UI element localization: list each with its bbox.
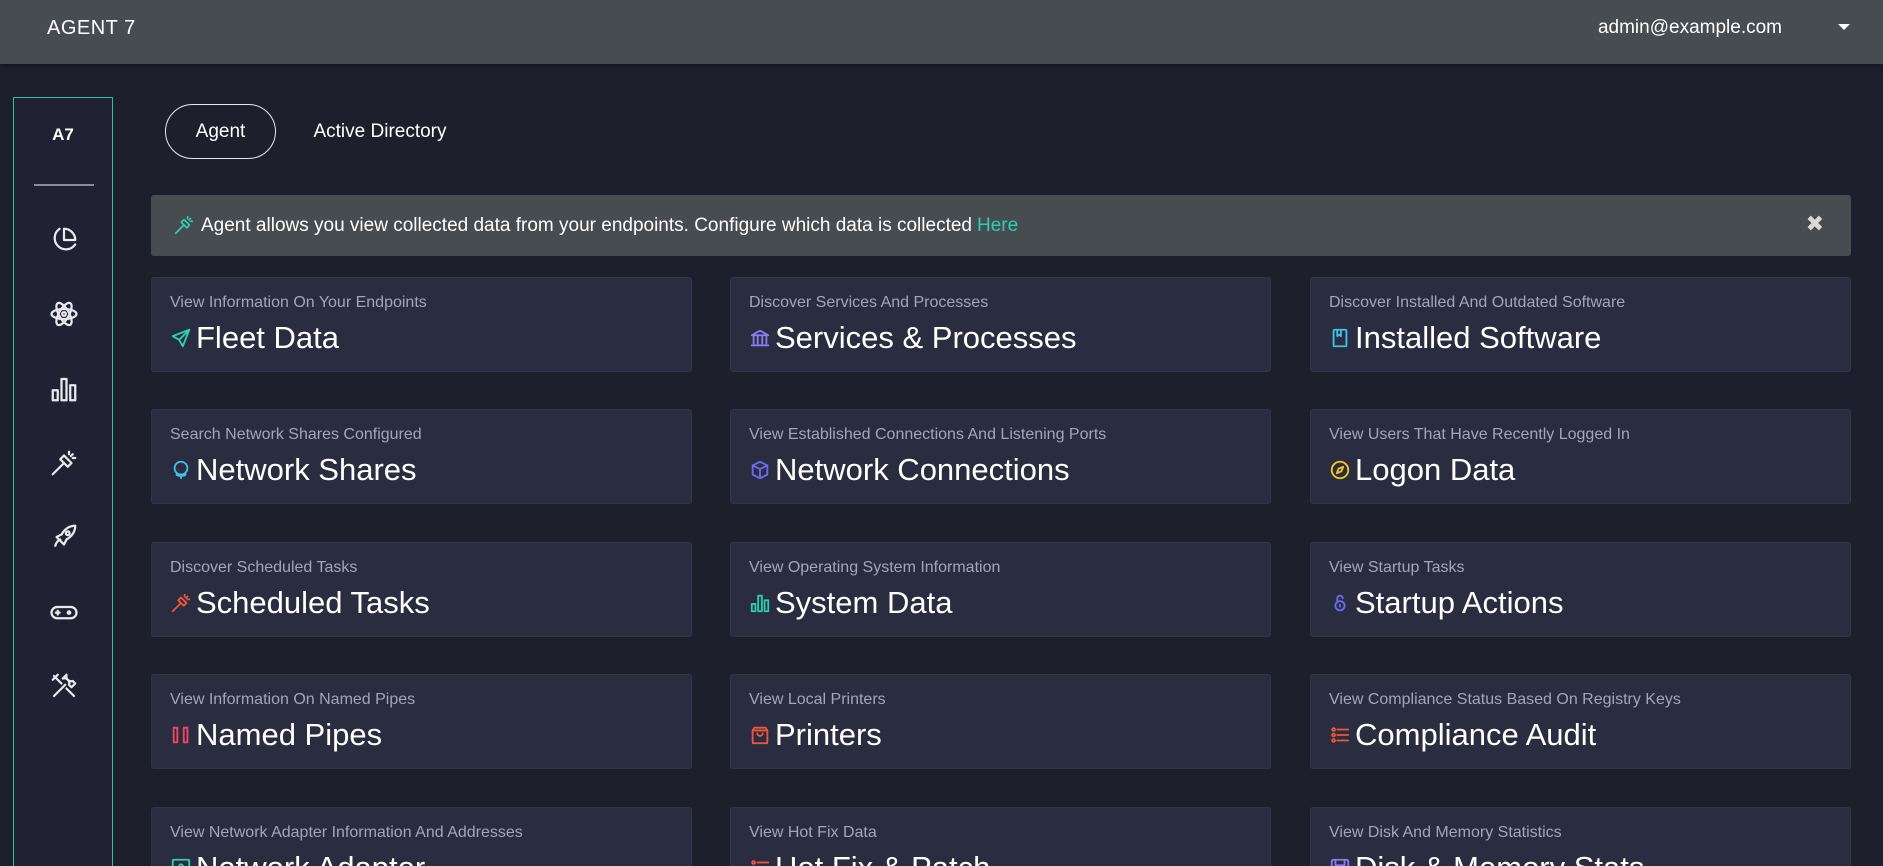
card-title: Startup Actions [1329,585,1564,621]
flashlight-icon [170,592,192,614]
gamepad-icon[interactable] [48,596,80,628]
card-subtitle: View Users That Have Recently Logged In [1329,426,1630,443]
pie-chart-icon[interactable] [48,224,80,256]
list-icon [749,857,771,866]
card-services-processes[interactable]: Discover Services And Processes Services … [730,277,1271,372]
banner-text: Agent allows you view collected data fro… [201,214,972,236]
card-subtitle: View Disk And Memory Statistics [1329,824,1562,841]
card-title-label: Services & Processes [775,320,1077,355]
card-hot-fix-patch[interactable]: View Hot Fix Data Hot Fix & Patch [730,807,1271,866]
bank-icon [749,327,771,349]
card-title-label: Fleet Data [196,320,340,355]
card-title-label: Logon Data [1355,452,1516,487]
card-title: Logon Data [1329,452,1515,488]
list-icon [1329,724,1351,746]
card-scheduled-tasks[interactable]: Discover Scheduled Tasks Scheduled Tasks [151,542,692,637]
card-subtitle: Search Network Shares Configured [170,426,422,443]
card-installed-software[interactable]: Discover Installed And Outdated Software… [1310,277,1851,372]
flashlight-icon[interactable] [48,447,80,479]
send-icon [170,327,192,349]
adapter-icon [170,857,192,866]
card-title: Network Connections [749,452,1070,488]
info-banner: Agent allows you view collected data fro… [151,195,1851,256]
card-subtitle: Discover Installed And Outdated Software [1329,294,1626,311]
card-title: Disk & Memory Stats [1329,850,1644,866]
brand-title[interactable]: AGENT 7 [47,17,136,40]
card-subtitle: Discover Services And Processes [749,294,989,311]
card-subtitle: View Established Connections And Listeni… [749,426,1107,443]
card-network-connections[interactable]: View Established Connections And Listeni… [730,409,1271,504]
card-title: Compliance Audit [1329,717,1596,753]
card-title-label: Named Pipes [196,717,383,752]
close-icon[interactable]: ✖ [1806,211,1824,237]
tab-active-directory[interactable]: Active Directory [300,104,460,159]
card-title: Printers [749,717,882,753]
card-fleet-data[interactable]: View Information On Your Endpoints Fleet … [151,277,692,372]
globe-icon [170,459,192,481]
bar-chart-icon [749,592,771,614]
card-logon-data[interactable]: View Users That Have Recently Logged In L… [1310,409,1851,504]
card-title: Network Adapter [170,850,425,866]
card-title: Services & Processes [749,320,1077,356]
card-subtitle: View Hot Fix Data [749,824,877,841]
card-startup-actions[interactable]: View Startup Tasks Startup Actions [1310,542,1851,637]
card-network-adapter[interactable]: View Network Adapter Information And Add… [151,807,692,866]
rocket-icon[interactable] [48,521,80,553]
cube-icon [749,459,771,481]
card-title: System Data [749,585,952,621]
card-network-shares[interactable]: Search Network Shares Configured Network … [151,409,692,504]
card-subtitle: View Startup Tasks [1329,559,1465,576]
card-printers[interactable]: View Local Printers Printers [730,674,1271,769]
sidebar: A7 [13,97,113,866]
card-subtitle: View Operating System Information [749,559,1001,576]
bag-icon [749,724,771,746]
compass-icon [1329,459,1351,481]
chevron-down-icon[interactable] [1838,24,1850,30]
banner-here-link[interactable]: Here [977,215,1018,237]
card-subtitle: Discover Scheduled Tasks [170,559,358,576]
user-menu-email[interactable]: admin@example.com [1598,17,1782,39]
card-title-label: Printers [775,717,882,752]
card-title: Hot Fix & Patch [749,850,990,866]
card-title-label: Scheduled Tasks [196,585,430,620]
sidebar-divider [34,184,94,186]
pipes-icon [170,724,192,746]
card-title: Fleet Data [170,320,339,356]
top-bar: AGENT 7 admin@example.com [0,0,1883,64]
card-subtitle: View Information On Your Endpoints [170,294,427,311]
card-named-pipes[interactable]: View Information On Named Pipes Named Pip… [151,674,692,769]
card-compliance-audit[interactable]: View Compliance Status Based On Registry… [1310,674,1851,769]
card-title-label: Disk & Memory Stats [1355,850,1644,866]
card-subtitle: View Local Printers [749,691,886,708]
card-title: Installed Software [1329,320,1601,356]
card-subtitle: View Network Adapter Information And Add… [170,824,523,841]
card-title-label: Startup Actions [1355,585,1564,620]
sidebar-notch [57,91,69,97]
card-title-label: Installed Software [1355,320,1602,355]
flashlight-icon [173,214,197,238]
disk-icon [1329,857,1351,866]
bar-chart-icon[interactable] [48,373,80,405]
sidebar-logo[interactable]: A7 [14,125,112,145]
card-system-data[interactable]: View Operating System Information System … [730,542,1271,637]
card-title-label: Compliance Audit [1355,717,1597,752]
card-title-label: Network Shares [196,452,417,487]
card-title-label: Hot Fix & Patch [775,850,990,866]
card-title-label: Network Connections [775,452,1070,487]
card-title-label: System Data [775,585,953,620]
lock-icon [1329,592,1351,614]
card-title: Network Shares [170,452,417,488]
atom-icon[interactable] [48,298,80,330]
tools-icon[interactable] [48,670,80,702]
card-subtitle: View Compliance Status Based On Registry… [1329,691,1681,708]
tab-agent[interactable]: Agent [165,104,276,159]
card-title-label: Network Adapter [196,850,425,866]
card-title: Scheduled Tasks [170,585,430,621]
card-subtitle: View Information On Named Pipes [170,691,416,708]
book-icon [1329,327,1351,349]
card-disk-memory-stats[interactable]: View Disk And Memory Statistics Disk & Me… [1310,807,1851,866]
card-title: Named Pipes [170,717,382,753]
